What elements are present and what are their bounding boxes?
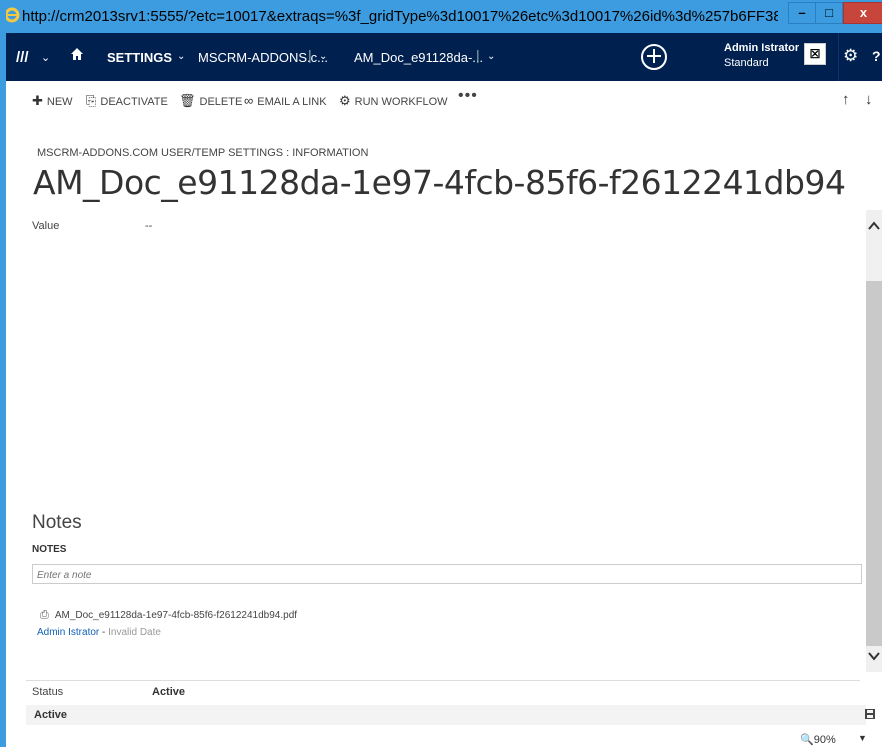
minimize-button[interactable]: – — [788, 2, 816, 24]
value-field[interactable]: -- — [145, 220, 152, 232]
page-title: AM_Doc_e91128da-1e97-4fcb-85f6-f2612241d… — [33, 163, 846, 202]
create-plus-icon[interactable] — [641, 44, 667, 70]
dynamics-logo-icon[interactable]: /// — [16, 49, 29, 66]
breadcrumb-record[interactable]: AM_Doc_e91128da-... — [354, 50, 483, 65]
form-body: Value -- Notes NOTES ⎙ AM_Doc_e91128da-1e… — [6, 210, 866, 672]
nav-settings[interactable]: SETTINGS — [107, 50, 172, 65]
status-value: Active — [152, 686, 186, 698]
workflow-icon: ⚙ — [339, 93, 351, 108]
save-icon[interactable] — [864, 708, 876, 720]
maximize-button[interactable]: □ — [815, 2, 843, 24]
note-input[interactable] — [33, 566, 861, 585]
home-icon[interactable] — [70, 47, 84, 61]
more-commands-button[interactable]: ••• — [458, 87, 478, 105]
command-bar: ✚ NEW ⎘ DEACTIVATE 🗑 DELETE ∞ EMAIL A LINK ⚙… — [6, 81, 876, 119]
deactivate-icon: ⎘ — [86, 93, 97, 108]
delete-label: DELETE — [199, 96, 243, 108]
notes-tab-label[interactable]: NOTES — [32, 544, 66, 555]
trash-icon: 🗑 — [179, 93, 196, 108]
chevron-down-icon[interactable]: ⌄ — [319, 51, 327, 62]
new-label: NEW — [46, 96, 73, 108]
scroll-down-icon[interactable] — [868, 651, 880, 661]
minimize-icon: – — [798, 5, 806, 20]
arrow-down-icon[interactable]: ↓ — [865, 91, 873, 108]
chevron-down-icon[interactable]: ⌄ — [41, 51, 50, 64]
note-meta: Admin Istrator - Invalid Date — [37, 627, 161, 638]
user-role: Standard — [724, 57, 769, 69]
user-name[interactable]: Admin Istrator — [724, 42, 799, 54]
value-field-label: Value — [32, 220, 60, 232]
paperclip-icon: ⎙ — [40, 609, 49, 621]
gear-icon: ⚙ — [843, 46, 859, 65]
new-button[interactable]: ✚ NEW — [32, 93, 73, 109]
settings-button[interactable]: ⚙ — [838, 33, 869, 81]
attachment-filename[interactable]: AM_Doc_e91128da-1e97-4fcb-85f6-f2612241d… — [55, 610, 297, 621]
ie-icon — [4, 7, 20, 23]
avatar-icon: ☒ — [809, 47, 821, 61]
entity-label: MSCRM-ADDONS.COM USER/TEMP SETTINGS : IN… — [37, 147, 369, 159]
deactivate-button[interactable]: ⎘ DEACTIVATE — [86, 93, 168, 109]
note-input-box[interactable] — [32, 564, 862, 585]
run-workflow-label: RUN WORKFLOW — [354, 96, 448, 108]
deactivate-label: DEACTIVATE — [100, 96, 168, 108]
chevron-down-icon[interactable]: ▼ — [858, 733, 867, 743]
chevron-down-icon[interactable]: ⌄ — [177, 51, 185, 62]
scroll-up-icon[interactable] — [868, 221, 880, 231]
zoom-level[interactable]: 🔍90% — [800, 733, 836, 746]
run-workflow-button[interactable]: ⚙ RUN WORKFLOW — [339, 93, 448, 109]
avatar[interactable]: ☒ — [804, 43, 826, 65]
zoom-value: 90% — [813, 734, 836, 746]
email-link-button[interactable]: ∞ EMAIL A LINK — [244, 93, 327, 108]
status-label: Status — [32, 686, 64, 698]
chevron-down-icon[interactable]: ⌄ — [487, 51, 495, 62]
email-link-label: EMAIL A LINK — [257, 96, 327, 108]
note-author-link[interactable]: Admin Istrator — [37, 627, 99, 638]
close-icon: x — [859, 5, 868, 20]
delete-button[interactable]: 🗑 DELETE — [179, 93, 242, 109]
breadcrumb-separator: | — [308, 47, 312, 63]
status-bar: Active — [26, 705, 866, 725]
plus-icon: ✚ — [32, 93, 43, 108]
help-icon[interactable]: ? — [872, 48, 881, 64]
note-date: Invalid Date — [108, 627, 161, 638]
zoom-icon: 🔍 — [800, 734, 814, 746]
window-titlebar: http://crm2013srv1:5555/?etc=10017&extra… — [0, 0, 882, 33]
breadcrumb-separator: | — [476, 47, 480, 63]
note-attachment[interactable]: ⎙ AM_Doc_e91128da-1e97-4fcb-85f6-f2612241… — [40, 609, 297, 622]
nav-bar: /// ⌄ SETTINGS ⌄ MSCRM-ADDONS.c... | ⌄ A… — [6, 33, 882, 81]
scrollbar-thumb[interactable] — [866, 281, 882, 646]
link-icon: ∞ — [244, 93, 254, 108]
close-button[interactable]: x — [843, 2, 882, 24]
footer-divider — [26, 680, 860, 681]
status-bar-text: Active — [34, 709, 68, 721]
maximize-icon: □ — [825, 5, 833, 20]
arrow-up-icon[interactable]: ↑ — [842, 91, 850, 108]
notes-section-title: Notes — [32, 512, 82, 533]
address-url[interactable]: http://crm2013srv1:5555/?etc=10017&extra… — [22, 8, 778, 25]
note-meta-separator: - — [99, 627, 109, 638]
